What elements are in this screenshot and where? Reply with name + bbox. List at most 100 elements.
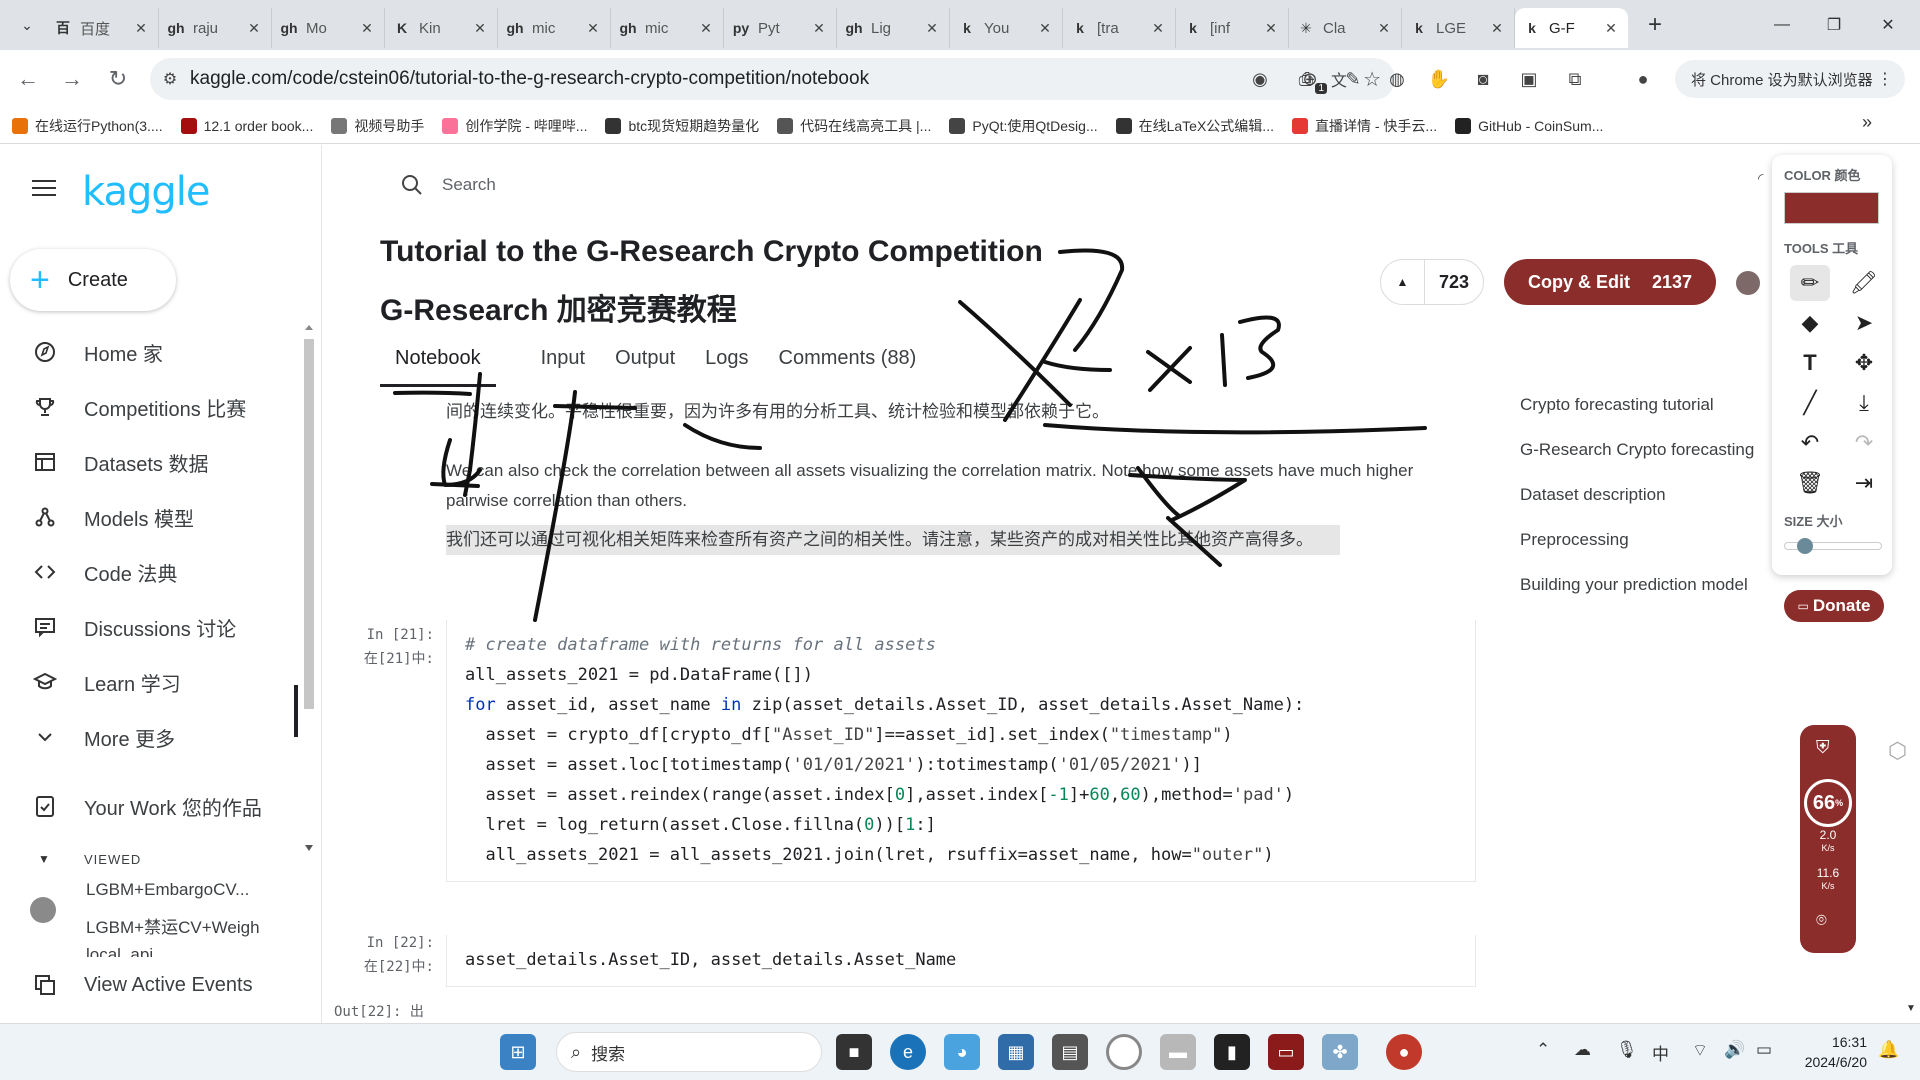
close-window-button[interactable]: ✕ <box>1858 0 1918 50</box>
address-bar[interactable]: ⚙ kaggle.com/code/cstein06/tutorial-to-t… <box>150 58 1395 100</box>
folder-app-icon[interactable]: ▤ <box>1052 1034 1088 1070</box>
tab-search-chevron-icon[interactable]: ⌄ <box>8 8 46 42</box>
onedrive-icon[interactable]: ☁ <box>1574 1040 1591 1060</box>
maximize-button[interactable]: ❐ <box>1804 0 1864 50</box>
sidebar-item-learn[interactable]: Learn 学习 <box>0 658 300 706</box>
tray-expand-icon[interactable]: ⌃ <box>1536 1040 1550 1060</box>
bookmark-item[interactable]: 在线运行Python(3.... <box>12 116 163 136</box>
chrome-icon[interactable] <box>1106 1034 1142 1070</box>
file-explorer-icon[interactable]: ▬ <box>1160 1034 1196 1070</box>
viewed-item[interactable]: LGBM+禁运CV+Weigh <box>86 913 260 938</box>
viewed-collapse-icon[interactable]: ▼ <box>38 852 50 866</box>
tab-close-icon[interactable]: ✕ <box>1149 20 1167 37</box>
bookmark-item[interactable]: 12.1 order book... <box>180 117 313 134</box>
text-tool-icon[interactable]: T <box>1790 345 1830 381</box>
browser-tab[interactable]: ✳ Cla ✕ <box>1289 8 1402 48</box>
camera-icon[interactable]: ⌾ <box>1816 910 1827 931</box>
photos-app-icon[interactable]: ▦ <box>998 1034 1034 1070</box>
extension-2-icon[interactable]: ⊕ 1 <box>1295 64 1327 94</box>
more-bookmarks-icon[interactable]: » <box>1862 112 1872 133</box>
minimize-button[interactable]: — <box>1752 0 1812 50</box>
marker-tool-icon[interactable]: 🖍 <box>1844 265 1884 301</box>
tab-close-icon[interactable]: ✕ <box>1036 20 1054 37</box>
sidebar-item-competitions[interactable]: Competitions 比赛 <box>0 383 300 431</box>
browser-tab[interactable]: py Pyt ✕ <box>724 8 837 48</box>
microphone-icon[interactable]: 🎙 <box>1616 1040 1638 1060</box>
tab-close-icon[interactable]: ✕ <box>132 20 150 37</box>
sidebar-item-discussions[interactable]: Discussions 讨论 <box>0 603 300 651</box>
presentation-app-icon[interactable]: ▭ <box>1268 1034 1304 1070</box>
code-cell-22[interactable]: asset_details.Asset_ID, asset_details.As… <box>446 935 1476 987</box>
size-slider[interactable] <box>1784 538 1882 554</box>
set-default-browser-button[interactable]: 将 Chrome 设为默认浏览器 ⋮ <box>1675 60 1905 98</box>
battery-icon[interactable]: ▭ <box>1756 1040 1772 1060</box>
redo-icon[interactable]: ↷ <box>1844 425 1884 461</box>
code-cell-21[interactable]: # create dataframe with returns for all … <box>446 620 1476 882</box>
move-tool-icon[interactable]: ✥ <box>1844 345 1884 381</box>
start-button-icon[interactable]: ⊞ <box>500 1034 536 1070</box>
browser-tab[interactable]: gh mic ✕ <box>498 8 611 48</box>
terminal-icon[interactable]: ▮ <box>1214 1034 1250 1070</box>
browser-tab[interactable]: gh mic ✕ <box>611 8 724 48</box>
forward-button[interactable]: → <box>50 57 94 101</box>
bookmark-item[interactable]: PyQt:使用QtDesig... <box>949 116 1098 136</box>
sidebar-scrollbar[interactable] <box>302 325 316 855</box>
download-tool-icon[interactable]: ⤓ <box>1844 385 1884 421</box>
extension-1-icon[interactable]: ◉ <box>1245 64 1275 94</box>
browser-tab[interactable]: k G-F ✕ <box>1515 8 1628 48</box>
browser-tab[interactable]: 百百度 ✕ <box>46 8 159 48</box>
hand-extension-icon[interactable]: ✋ <box>1424 64 1454 94</box>
toc-item[interactable]: Crypto forecasting tutorial <box>1520 395 1754 440</box>
browser-tab[interactable]: gh raju ✕ <box>159 8 272 48</box>
panel-drag-handle[interactable]: ◜ <box>1758 170 1763 187</box>
image-extension-icon[interactable]: ▣ <box>1514 64 1544 94</box>
tab-close-icon[interactable]: ✕ <box>923 20 941 37</box>
view-active-events-button[interactable]: View Active Events <box>0 961 300 1009</box>
upvote-button[interactable]: ▲ <box>1381 260 1425 304</box>
undo-icon[interactable]: ↶ <box>1790 425 1830 461</box>
wifi-icon[interactable]: ⌔ <box>1692 1040 1708 1061</box>
tab-close-icon[interactable]: ✕ <box>471 20 489 37</box>
recording-app-icon[interactable]: ● <box>1386 1034 1422 1070</box>
sidebar-item-datasets[interactable]: Datasets 数据 <box>0 438 300 486</box>
kaggle-logo[interactable]: kaggle <box>82 169 210 215</box>
tab-close-icon[interactable]: ✕ <box>810 20 828 37</box>
tab-close-icon[interactable]: ✕ <box>1375 20 1393 37</box>
viewed-item[interactable]: LGBM+EmbargoCV... <box>86 880 249 900</box>
ime-indicator[interactable]: 中 <box>1652 1040 1669 1065</box>
browser-tab[interactable]: k [tra ✕ <box>1063 8 1176 48</box>
toc-item[interactable]: Preprocessing <box>1520 530 1754 575</box>
line-tool-icon[interactable]: ╱ <box>1790 385 1830 421</box>
record-extension-icon[interactable]: ◙ <box>1468 64 1498 94</box>
page-scroll-down-icon[interactable]: ▼ <box>1906 1003 1916 1014</box>
tab-comments[interactable]: Comments (88) <box>764 347 932 387</box>
puzzle-extensions-icon[interactable]: ⧉ <box>1560 64 1590 94</box>
tab-close-icon[interactable]: ✕ <box>245 20 263 37</box>
hamburger-menu-icon[interactable] <box>32 180 56 198</box>
copy-edit-button[interactable]: Copy & Edit 2137 <box>1504 259 1716 305</box>
system-clock[interactable]: 16:31 2024/6/20 <box>1795 1032 1867 1072</box>
bookmark-item[interactable]: 创作学院 - 哔哩哔... <box>442 116 587 136</box>
bookmark-item[interactable]: 在线LaTeX公式编辑... <box>1115 116 1274 136</box>
taskbar-app-icon[interactable]: ■ <box>836 1034 872 1070</box>
more-menu-icon[interactable]: ⋮ <box>1877 69 1893 89</box>
floating-cube-icon[interactable]: ⬡ <box>1888 738 1907 764</box>
back-button[interactable]: ← <box>6 57 50 101</box>
sidebar-item-your-work[interactable]: Your Work 您的作品 <box>0 782 300 830</box>
site-settings-icon[interactable]: ⚙ <box>150 69 190 89</box>
browser-tab[interactable]: k [inf ✕ <box>1176 8 1289 48</box>
bookmark-item[interactable]: 视频号助手 <box>331 116 424 136</box>
sidebar-item-models[interactable]: Models 模型 <box>0 493 300 541</box>
tab-close-icon[interactable]: ✕ <box>584 20 602 37</box>
color-swatch[interactable] <box>1784 192 1879 224</box>
sidebar-item-home[interactable]: Home 家 <box>0 328 300 376</box>
browser-tab[interactable]: gh Lig ✕ <box>837 8 950 48</box>
profile-icon[interactable]: ● <box>1628 64 1658 94</box>
taskbar-search[interactable]: ⌕ 搜索 <box>556 1032 822 1072</box>
tool-app-icon[interactable]: ✤ <box>1322 1034 1358 1070</box>
bookmark-item[interactable]: 直播详情 - 快手云... <box>1291 116 1437 136</box>
new-tab-button[interactable]: + <box>1638 8 1672 42</box>
toc-item[interactable]: Building your prediction model <box>1520 575 1754 620</box>
toc-item[interactable]: G-Research Crypto forecasting <box>1520 440 1754 485</box>
eraser-tool-icon[interactable]: ◆ <box>1790 305 1830 341</box>
